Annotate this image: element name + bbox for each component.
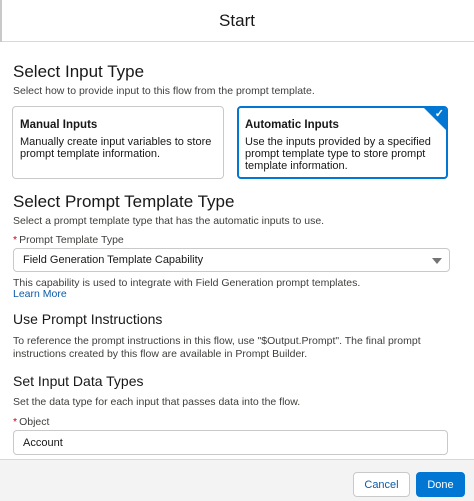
- object-label-text: Object: [19, 416, 50, 428]
- modal-body[interactable]: Select Input Type Select how to provide …: [0, 43, 474, 459]
- prompt-template-type-label: * Prompt Template Type: [13, 234, 124, 246]
- required-mark: *: [13, 234, 18, 246]
- modal-header: Start: [0, 0, 474, 42]
- chevron-down-icon: [432, 258, 442, 264]
- prompt-template-type-label-text: Prompt Template Type: [19, 234, 124, 246]
- automatic-inputs-title: Automatic Inputs: [245, 119, 339, 131]
- learn-more-link[interactable]: Learn More: [13, 288, 67, 300]
- cancel-button[interactable]: Cancel: [353, 472, 410, 497]
- input-data-types-heading: Set Input Data Types: [13, 373, 144, 389]
- manual-inputs-description: Manually create input variables to store…: [20, 136, 212, 160]
- modal-footer: Cancel Done: [0, 459, 474, 501]
- prompt-template-type-select[interactable]: Field Generation Template Capability: [13, 248, 450, 272]
- input-type-heading: Select Input Type: [13, 62, 145, 81]
- done-button[interactable]: Done: [416, 472, 465, 497]
- object-value: Account: [23, 436, 63, 449]
- automatic-inputs-description: Use the inputs provided by a specified p…: [245, 136, 431, 172]
- input-data-types-description: Set the data type for each input that pa…: [13, 396, 301, 408]
- manual-inputs-option[interactable]: Manual Inputs Manually create input vari…: [12, 106, 224, 179]
- prompt-template-heading: Select Prompt Template Type: [13, 192, 235, 211]
- header-edge: [0, 0, 2, 42]
- required-mark: *: [13, 416, 18, 428]
- prompt-template-type-value: Field Generation Template Capability: [23, 254, 204, 266]
- input-type-description: Select how to provide input to this flow…: [13, 85, 315, 97]
- object-label: * Object: [13, 416, 49, 428]
- object-field[interactable]: Account: [13, 430, 448, 455]
- prompt-template-description: Select a prompt template type that has t…: [13, 215, 325, 227]
- manual-inputs-title: Manual Inputs: [20, 119, 98, 131]
- modal-title: Start: [219, 10, 255, 30]
- prompt-instructions-heading: Use Prompt Instructions: [13, 311, 163, 327]
- automatic-inputs-option[interactable]: ✓ Automatic Inputs Use the inputs provid…: [237, 106, 448, 179]
- prompt-instructions-description: To reference the prompt instructions in …: [13, 335, 421, 360]
- checkmark-icon: ✓: [434, 108, 444, 120]
